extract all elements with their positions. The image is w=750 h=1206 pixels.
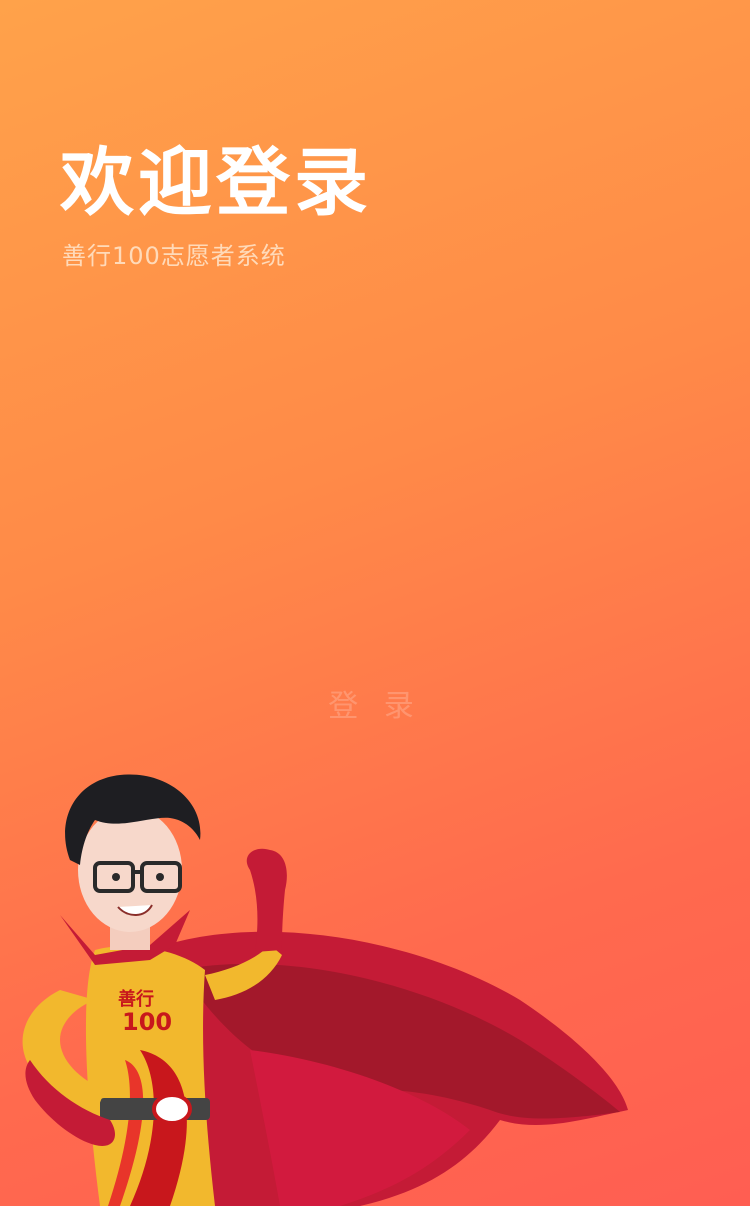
chest-logo-number: 100: [122, 1008, 172, 1036]
belt-buckle: [152, 1093, 192, 1125]
chest-logo-text: 善行: [118, 988, 154, 1010]
superhero-mascot-illustration: 善行 100: [22, 774, 628, 1206]
page-subtitle: 善行100志愿者系统: [62, 242, 286, 270]
login-button[interactable]: 登 录: [0, 680, 750, 726]
page-title: 欢迎登录: [60, 140, 372, 226]
